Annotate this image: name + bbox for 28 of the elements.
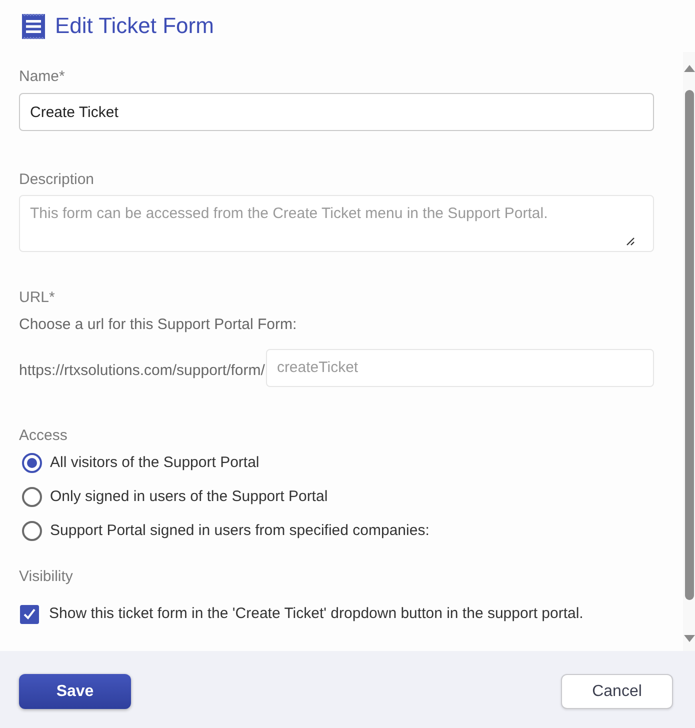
cancel-button[interactable]: Cancel	[561, 674, 673, 709]
radio-label: Only signed in users of the Support Portal	[50, 487, 328, 507]
radio-button[interactable]	[22, 453, 42, 473]
scroll-up-icon[interactable]	[684, 65, 694, 72]
radio-label: All visitors of the Support Portal	[50, 453, 260, 473]
scrollbar-thumb[interactable]	[684, 90, 694, 600]
scroll-down-icon[interactable]	[684, 635, 694, 642]
scrollbar-track[interactable]	[683, 52, 695, 651]
checkbox-label: Show this ticket form in the 'Create Ticket' dropdown button in the support portal.	[49, 604, 584, 624]
field-label: Access	[19, 426, 68, 446]
checkmark-icon	[23, 608, 36, 620]
name-input[interactable]: Create Ticket	[19, 93, 654, 131]
page-title: Edit Ticket Form	[55, 12, 214, 40]
radio-button[interactable]	[22, 487, 42, 507]
field-label: Name*	[19, 67, 65, 87]
description-field[interactable]: This form can be accessed from the Create Ticket menu in the Support Portal.	[19, 195, 654, 252]
field-label: URL*	[19, 288, 55, 308]
resize-grip-icon[interactable]	[626, 237, 635, 246]
url-slug-input[interactable]: createTicket	[266, 349, 654, 387]
field-hint: Choose a url for this Support Portal Form:	[19, 315, 297, 335]
field-label: Description	[19, 170, 94, 190]
field-label: Visibility	[19, 567, 73, 587]
url-prefix: https://rtxsolutions.com/support/form/	[19, 361, 265, 381]
radio-button[interactable]	[22, 521, 42, 541]
document-icon	[22, 14, 45, 38]
checkbox[interactable]	[20, 604, 39, 624]
save-button[interactable]: Save	[19, 674, 131, 709]
radio-label: Support Portal signed in users from specified companies:	[50, 521, 430, 541]
